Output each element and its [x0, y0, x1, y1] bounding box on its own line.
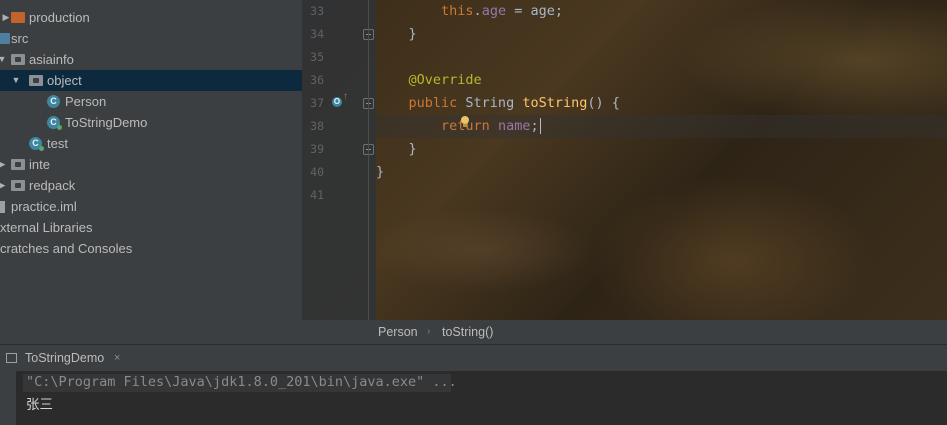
code-line-40[interactable]: } [376, 161, 947, 184]
line-number: 37 [310, 96, 324, 110]
breadcrumb-item-method[interactable]: toString() [442, 320, 493, 344]
field-name: name [497, 118, 531, 134]
code-line-39[interactable]: } [376, 138, 947, 161]
runnable-class-icon: C [47, 116, 62, 130]
field-age: age [481, 3, 507, 19]
text-caret [539, 118, 541, 134]
run-tab-label: ToStringDemo [25, 351, 105, 365]
tree-item-label: test [47, 136, 68, 151]
folder-icon [11, 12, 25, 23]
code-area[interactable]: this.age = age; } @Override public Strin… [376, 0, 947, 320]
source-folder-icon [0, 33, 10, 44]
console-output-line: 张三 [26, 397, 53, 413]
tree-item-label: src [11, 31, 29, 46]
code-line-34[interactable]: } [376, 23, 947, 46]
code-token: } [376, 164, 385, 180]
tree-item-inte[interactable]: ▶ inte [0, 154, 302, 175]
tree-item-label: production [29, 10, 90, 25]
tree-item-person[interactable]: C Person [0, 91, 302, 112]
chevron-down-icon[interactable]: ▼ [10, 70, 22, 91]
console-command-line[interactable]: "C:\Program Files\Java\jdk1.8.0_201\bin\… [26, 372, 457, 393]
tree-item-practice-iml[interactable]: practice.iml [0, 196, 302, 217]
close-icon[interactable]: × [114, 345, 120, 372]
runnable-class-icon: C [29, 137, 44, 151]
breadcrumb-item-class[interactable]: Person [378, 320, 418, 344]
code-line-33[interactable]: this.age = age; [376, 0, 947, 23]
code-token: . [473, 3, 482, 19]
code-editor[interactable]: 33 34 35 36 37 38 39 40 41 O ↑ this.age … [302, 0, 947, 320]
chevron-down-icon[interactable]: ▼ [0, 49, 8, 70]
tree-item-label: ToStringDemo [65, 115, 148, 130]
console-toolbar [0, 371, 16, 425]
tree-item-label: inte [29, 157, 50, 172]
tree-item-production[interactable]: ▶ production [0, 7, 302, 28]
annotation-override: @Override [408, 72, 482, 88]
tree-item-label: practice.iml [11, 199, 77, 214]
package-icon [11, 180, 25, 191]
chevron-right-icon[interactable]: ▶ [0, 154, 8, 175]
run-tab[interactable]: ToStringDemo × [0, 345, 136, 372]
keyword-public: public [408, 95, 458, 111]
tree-item-src[interactable]: src [0, 28, 302, 49]
keyword-this: this [441, 3, 474, 19]
line-number: 39 [310, 142, 324, 156]
package-icon [11, 54, 25, 65]
package-icon [29, 75, 43, 86]
gutter-divider [368, 0, 369, 320]
line-number: 38 [310, 119, 324, 133]
chevron-right-icon[interactable]: ▶ [0, 175, 8, 196]
package-icon [11, 159, 25, 170]
tree-item-label: Person [65, 94, 107, 109]
project-tree[interactable]: ▶ production src ▼ asiainfo ▼ object C P… [0, 0, 302, 344]
lightbulb-icon[interactable] [460, 116, 470, 128]
line-number: 40 [310, 165, 324, 179]
console-icon [6, 353, 17, 363]
line-number: 33 [310, 4, 324, 18]
tree-item-object[interactable]: ▼ object [0, 70, 302, 91]
tree-item-label: xternal Libraries [0, 220, 93, 235]
file-icon [0, 201, 5, 213]
tree-item-asiainfo[interactable]: ▼ asiainfo [0, 49, 302, 70]
class-icon: C [47, 95, 60, 108]
tree-item-redpack[interactable]: ▶ redpack [0, 175, 302, 196]
tree-item-label: cratches and Consoles [0, 241, 133, 256]
code-line-36[interactable]: @Override [376, 69, 947, 92]
editor-gutter[interactable]: 33 34 35 36 37 38 39 40 41 O ↑ [302, 0, 376, 320]
chevron-right-icon: › [427, 326, 431, 337]
arrow-up-icon: ↑ [343, 91, 348, 102]
code-token: } [408, 141, 417, 157]
tree-item-label: asiainfo [29, 52, 74, 67]
code-token: ; [530, 118, 539, 134]
line-number: 35 [310, 50, 324, 64]
line-number: 41 [310, 188, 324, 202]
code-token: = age; [506, 3, 563, 19]
tree-item-external-libraries[interactable]: xternal Libraries [0, 217, 302, 238]
tree-item-tostringdemo[interactable]: C ToStringDemo [0, 112, 302, 133]
tree-item-label: object [47, 73, 82, 88]
tree-item-scratches[interactable]: cratches and Consoles [0, 238, 302, 259]
code-token: String [457, 95, 523, 111]
line-number: 36 [310, 73, 324, 87]
ide-window: ▶ production src ▼ asiainfo ▼ object C P… [0, 0, 947, 425]
breadcrumb: Person › toString() [302, 320, 947, 344]
method-name: toString [522, 95, 588, 111]
tree-item-test[interactable]: C test [0, 133, 302, 154]
code-token: () { [587, 95, 620, 111]
console-output[interactable]: "C:\Program Files\Java\jdk1.8.0_201\bin\… [16, 371, 947, 425]
line-number: 34 [310, 27, 324, 41]
code-token: } [408, 26, 417, 42]
override-method-icon[interactable]: O [332, 97, 342, 107]
code-line-37[interactable]: public String toString() { [376, 92, 947, 115]
run-tool-window-header: ToStringDemo × [0, 344, 947, 372]
tree-item-label: redpack [29, 178, 76, 193]
